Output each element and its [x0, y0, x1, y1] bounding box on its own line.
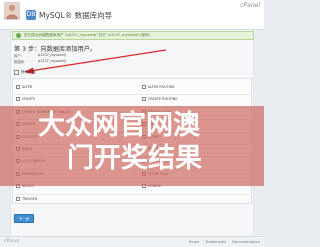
privilege-left-0[interactable]: ALTER: [16, 85, 32, 89]
user-label: 用户：: [14, 54, 25, 58]
footer: cPanel Home Trademarks Documentation: [0, 236, 264, 247]
success-alert: 您已成功创建数据库用户 "p1237_myuxknji" 并已 "p1237_m…: [12, 31, 254, 40]
privilege-right-0[interactable]: ALTER ROUTINE: [142, 85, 175, 89]
page-title: MySQL® 数据库向导: [39, 10, 113, 20]
privilege-checkbox[interactable]: [142, 97, 146, 102]
next-step-button[interactable]: 下一步: [14, 214, 34, 223]
user-value: p1237_myuxknji: [38, 53, 66, 57]
success-message: 您已成功创建数据库用户 "p1237_myuxknji" 并已 "p1237_m…: [24, 33, 150, 37]
privilege-label: CREATE ROUTINE: [148, 97, 178, 102]
footer-links: Home Trademarks Documentation: [189, 240, 260, 244]
overlay-text-line-1: 大众网官网澳: [38, 110, 200, 141]
privilege-label: ALTER ROUTINE: [148, 85, 175, 89]
database-label: 数据库：: [14, 60, 28, 64]
privilege-label: TRIGGER: [22, 196, 38, 201]
overlay-text-line-2: 门开奖结果: [67, 143, 202, 174]
user-avatar-icon[interactable]: [4, 2, 20, 20]
footer-link-home[interactable]: Home: [189, 240, 200, 244]
privilege-divider: [14, 94, 250, 96]
privilege-label: CREATE: [22, 97, 36, 102]
privilege-label: ALTER: [22, 85, 33, 89]
database-icon: DB: [26, 10, 36, 20]
page-header: DB MySQL® 数据库向导: [26, 9, 112, 21]
all-privileges-label: 所有权限: [21, 69, 36, 74]
privilege-right-1[interactable]: CREATE ROUTINE: [142, 97, 178, 102]
privilege-checkbox[interactable]: [16, 196, 20, 201]
database-value: p1237_myuxknji: [38, 59, 66, 63]
privilege-checkbox[interactable]: [16, 97, 20, 102]
step-title: 第 3 步：向数据库添加用户。: [14, 46, 97, 53]
privilege-left-9[interactable]: TRIGGER: [16, 196, 38, 201]
screenshot-root: DB MySQL® 数据库向导 cPanel 您已成功创建数据库用户 "p123…: [0, 0, 264, 247]
footer-link-trademarks[interactable]: Trademarks: [205, 240, 226, 244]
footer-logo: cPanel: [4, 239, 19, 244]
all-privileges-row[interactable]: 所有权限: [14, 68, 35, 76]
all-privileges-checkbox[interactable]: [14, 69, 19, 75]
privilege-left-1[interactable]: CREATE: [16, 97, 36, 102]
privilege-checkbox[interactable]: [142, 85, 146, 89]
footer-link-documentation[interactable]: Documentation: [232, 240, 260, 244]
check-icon: [16, 33, 21, 38]
cpanel-logo[interactable]: cPanel: [240, 2, 260, 9]
privilege-checkbox[interactable]: [16, 85, 20, 89]
top-bar: DB MySQL® 数据库向导 cPanel: [0, 0, 264, 30]
privilege-divider: [14, 193, 250, 195]
